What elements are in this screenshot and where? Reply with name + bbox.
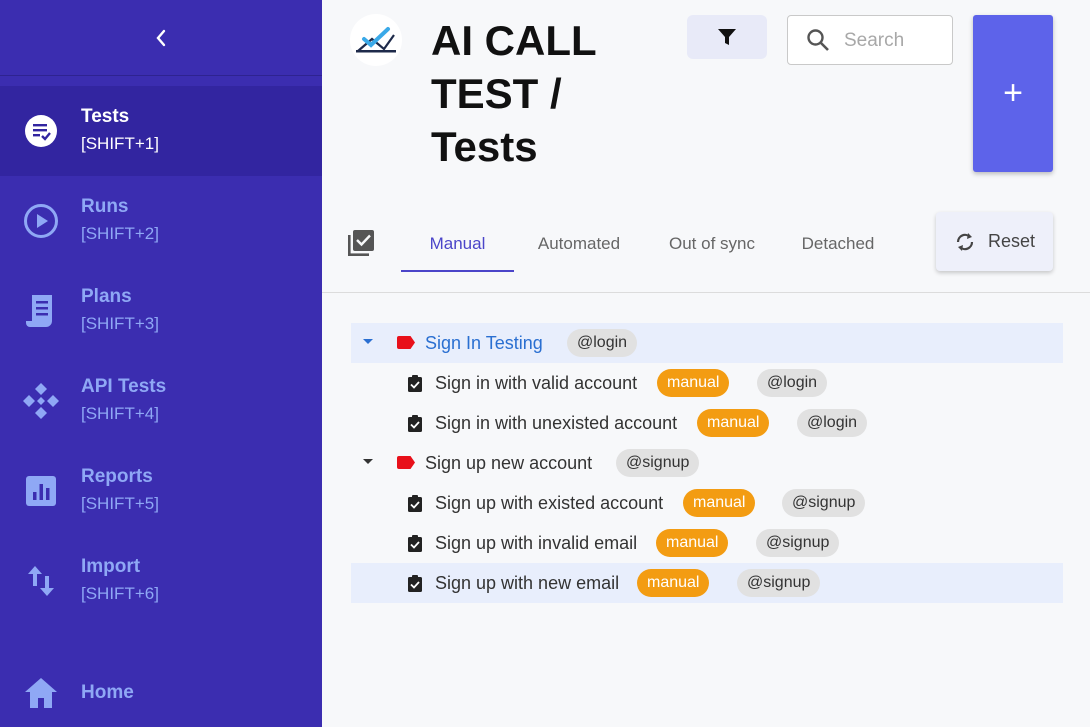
checklist-icon: [408, 495, 422, 512]
home-icon: [22, 674, 60, 712]
sidebar: Tests [SHIFT+1] Runs [SHIFT+2] Plans [SH…: [0, 0, 322, 727]
test-row[interactable]: Sign up with invalid email manual @signu…: [351, 523, 1063, 563]
test-name[interactable]: Sign up with invalid email: [435, 533, 637, 554]
search-icon: [807, 29, 829, 51]
chevron-left-icon: [156, 29, 166, 46]
sidebar-item-shortcut: [SHIFT+5]: [81, 494, 159, 513]
sidebar-item-label: Import: [81, 556, 141, 577]
collapse-sidebar-button[interactable]: [0, 0, 322, 76]
reports-icon: [22, 472, 60, 510]
tag-badge[interactable]: @signup: [782, 489, 866, 517]
tag-badge[interactable]: @signup: [616, 449, 700, 477]
sidebar-item-shortcut: [SHIFT+1]: [81, 134, 159, 153]
sidebar-item-reports[interactable]: Reports [SHIFT+5]: [0, 446, 322, 536]
tab-automated[interactable]: Automated: [522, 222, 636, 272]
plans-icon: [22, 292, 60, 330]
import-icon: [22, 562, 60, 600]
sidebar-item-label: Tests: [81, 106, 130, 127]
sidebar-item-shortcut: [SHIFT+6]: [81, 584, 159, 603]
checklist-icon: [408, 415, 422, 432]
search-input[interactable]: [844, 28, 944, 54]
sidebar-item-label: Plans: [81, 286, 132, 307]
title-line: TEST /: [431, 70, 562, 117]
filter-icon: [718, 29, 736, 45]
tag-badge[interactable]: @login: [567, 329, 638, 357]
checklist-icon: [408, 575, 422, 592]
tag-badge[interactable]: @signup: [756, 529, 840, 557]
suite-tag-icon: [397, 336, 415, 349]
suite-name[interactable]: Sign In Testing: [425, 333, 543, 354]
expand-caret-icon[interactable]: [363, 339, 373, 344]
sidebar-item-label: Runs: [81, 196, 129, 217]
play-circle-icon: [22, 202, 60, 240]
sidebar-item-tests[interactable]: Tests [SHIFT+1]: [0, 86, 322, 176]
tab-manual[interactable]: Manual: [401, 222, 514, 272]
expand-caret-icon[interactable]: [363, 459, 373, 464]
tag-badge[interactable]: @login: [757, 369, 828, 397]
project-logo: [350, 14, 402, 66]
test-row[interactable]: Sign in with valid account manual @login: [351, 363, 1063, 403]
divider: [322, 292, 1090, 293]
suite-name[interactable]: Sign up new account: [425, 453, 592, 474]
test-name[interactable]: Sign up with new email: [435, 573, 619, 594]
sidebar-item-home[interactable]: Home: [0, 662, 322, 722]
sidebar-item-api-tests[interactable]: API Tests [SHIFT+4]: [0, 356, 322, 446]
sidebar-item-runs[interactable]: Runs [SHIFT+2]: [0, 176, 322, 266]
sidebar-item-label: API Tests: [81, 376, 167, 397]
tab-out-of-sync[interactable]: Out of sync: [654, 222, 770, 272]
filter-button[interactable]: [687, 15, 767, 59]
reset-label: Reset: [987, 231, 1036, 251]
suite-row[interactable]: Sign In Testing @login: [351, 323, 1063, 363]
api-icon: [22, 382, 60, 420]
sidebar-item-label: Home: [81, 682, 134, 703]
manual-badge: manual: [637, 569, 710, 597]
sidebar-item-import[interactable]: Import [SHIFT+6]: [0, 536, 322, 626]
sidebar-item-label: Reports: [81, 466, 153, 487]
test-row[interactable]: Sign up with new email manual @signup: [351, 563, 1063, 603]
sidebar-item-shortcut: [SHIFT+3]: [81, 314, 159, 333]
title-line: Tests: [431, 123, 538, 170]
sidebar-item-shortcut: [SHIFT+2]: [81, 224, 159, 243]
add-button[interactable]: +: [973, 15, 1053, 172]
logo-icon: [356, 27, 396, 53]
sidebar-item-plans[interactable]: Plans [SHIFT+3]: [0, 266, 322, 356]
checklist-icon: [408, 375, 422, 392]
reset-button[interactable]: Reset: [936, 212, 1053, 271]
checklist-icon: [408, 535, 422, 552]
sidebar-item-shortcut: [SHIFT+4]: [81, 404, 159, 423]
test-row[interactable]: Sign in with unexisted account manual @l…: [351, 403, 1063, 443]
suite-tag-icon: [397, 456, 415, 469]
tests-icon: [22, 112, 60, 150]
test-name[interactable]: Sign up with existed account: [435, 493, 663, 514]
suite-row[interactable]: Sign up new account @signup: [351, 443, 1063, 483]
tag-badge[interactable]: @login: [797, 409, 868, 437]
test-name[interactable]: Sign in with valid account: [435, 373, 637, 394]
select-all-icon[interactable]: [346, 228, 376, 258]
manual-badge: manual: [697, 409, 770, 437]
title-line: AI CALL: [431, 17, 597, 64]
refresh-icon: [956, 232, 974, 251]
manual-badge: manual: [657, 369, 730, 397]
page-title: AI CALL TEST / Tests: [431, 14, 651, 173]
search-box[interactable]: [787, 15, 953, 65]
tag-badge[interactable]: @signup: [737, 569, 821, 597]
manual-badge: manual: [683, 489, 756, 517]
test-row[interactable]: Sign up with existed account manual @sig…: [351, 483, 1063, 523]
manual-badge: manual: [656, 529, 729, 557]
tab-detached[interactable]: Detached: [788, 222, 888, 272]
test-name[interactable]: Sign in with unexisted account: [435, 413, 677, 434]
